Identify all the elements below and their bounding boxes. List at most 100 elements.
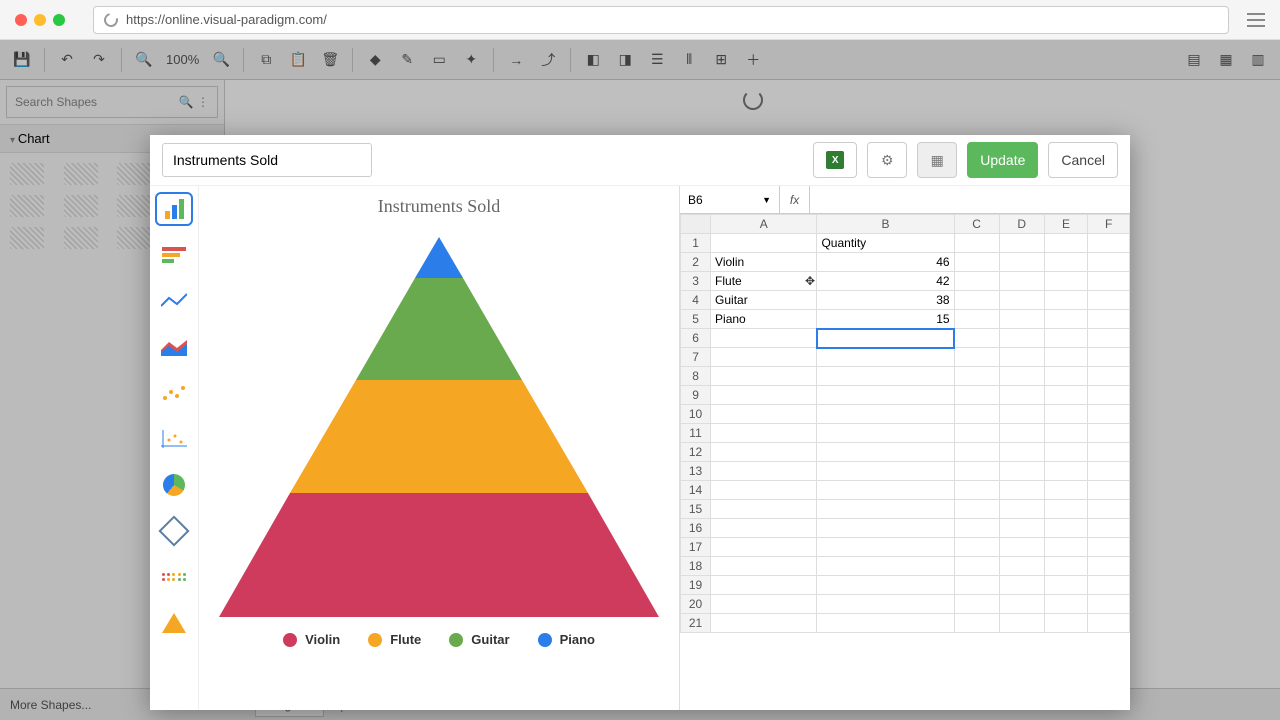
cell[interactable] <box>711 443 817 462</box>
cell[interactable] <box>817 443 954 462</box>
cell[interactable] <box>999 310 1044 329</box>
cell[interactable]: Quantity <box>817 234 954 253</box>
cell[interactable] <box>1088 443 1130 462</box>
cell[interactable]: Violin <box>711 253 817 272</box>
cell[interactable] <box>954 595 999 614</box>
cell[interactable]: 38 <box>817 291 954 310</box>
cell[interactable] <box>1044 481 1087 500</box>
row-header[interactable]: 15 <box>681 500 711 519</box>
cell[interactable] <box>954 329 999 348</box>
row-header[interactable]: 17 <box>681 538 711 557</box>
cell[interactable] <box>817 538 954 557</box>
chart-type-bar[interactable] <box>159 196 189 222</box>
cell[interactable] <box>711 576 817 595</box>
cell[interactable] <box>711 329 817 348</box>
cell[interactable] <box>1044 272 1087 291</box>
cell[interactable] <box>954 614 999 633</box>
waypoint-icon[interactable]: ⤴ <box>534 46 562 74</box>
cell[interactable] <box>1044 557 1087 576</box>
cell[interactable] <box>999 405 1044 424</box>
cell[interactable]: 46 <box>817 253 954 272</box>
cell[interactable] <box>954 443 999 462</box>
cell-reference[interactable]: B6▼ <box>680 186 780 213</box>
chart-type-dotmatrix[interactable] <box>159 564 189 590</box>
cell[interactable] <box>1088 405 1130 424</box>
cell[interactable] <box>1044 595 1087 614</box>
chart-type-radar[interactable] <box>159 518 189 544</box>
cell[interactable] <box>999 557 1044 576</box>
shape-style-icon[interactable]: ▭ <box>425 46 453 74</box>
row-header[interactable]: 21 <box>681 614 711 633</box>
connector-icon[interactable]: → <box>502 46 530 74</box>
zoom-out-icon[interactable]: 🔍 <box>130 46 158 74</box>
cell[interactable] <box>1044 614 1087 633</box>
cell[interactable] <box>1044 348 1087 367</box>
browser-menu-icon[interactable] <box>1247 13 1265 27</box>
col-header[interactable]: C <box>954 215 999 234</box>
cell[interactable] <box>1088 481 1130 500</box>
cell[interactable] <box>954 538 999 557</box>
row-header[interactable]: 5 <box>681 310 711 329</box>
back-icon[interactable]: ◨ <box>611 46 639 74</box>
cell[interactable] <box>817 519 954 538</box>
cell[interactable] <box>711 481 817 500</box>
cell[interactable] <box>999 500 1044 519</box>
update-button[interactable]: Update <box>967 142 1038 178</box>
cell[interactable] <box>954 519 999 538</box>
panel-2-icon[interactable]: ▦ <box>1212 46 1240 74</box>
cell[interactable] <box>1044 443 1087 462</box>
palette-item[interactable] <box>117 195 151 217</box>
cell[interactable] <box>1088 424 1130 443</box>
chart-type-area[interactable] <box>159 334 189 360</box>
cell[interactable] <box>1044 234 1087 253</box>
palette-item[interactable] <box>117 227 151 249</box>
close-window-icon[interactable] <box>15 14 27 26</box>
export-excel-button[interactable]: X <box>813 142 857 178</box>
cell[interactable]: Guitar <box>711 291 817 310</box>
cell[interactable]: Flute <box>711 272 817 291</box>
reload-icon[interactable] <box>101 10 120 29</box>
paste-icon[interactable]: 📋 <box>284 46 312 74</box>
cell[interactable] <box>1044 538 1087 557</box>
cell[interactable] <box>954 500 999 519</box>
cell[interactable] <box>817 576 954 595</box>
cell[interactable] <box>999 234 1044 253</box>
row-header[interactable]: 20 <box>681 595 711 614</box>
cell[interactable] <box>1088 348 1130 367</box>
cell[interactable] <box>1044 329 1087 348</box>
cell[interactable] <box>999 253 1044 272</box>
cell[interactable] <box>999 519 1044 538</box>
zoom-in-icon[interactable]: 🔍 <box>207 46 235 74</box>
chart-type-scatter[interactable] <box>159 380 189 406</box>
sheet-grid[interactable]: ✥ A B C D E F 1Quantity 2Violin46 3Flute… <box>680 214 1130 710</box>
cell[interactable] <box>1088 538 1130 557</box>
cell[interactable] <box>954 462 999 481</box>
cell[interactable] <box>954 310 999 329</box>
cell[interactable] <box>999 595 1044 614</box>
col-header[interactable]: D <box>999 215 1044 234</box>
cell[interactable] <box>711 386 817 405</box>
cell[interactable] <box>999 367 1044 386</box>
cell[interactable] <box>1044 576 1087 595</box>
row-header[interactable]: 16 <box>681 519 711 538</box>
cell[interactable] <box>817 424 954 443</box>
redo-icon[interactable]: ↷ <box>85 46 113 74</box>
panel-3-icon[interactable]: ▥ <box>1244 46 1272 74</box>
cell[interactable] <box>817 348 954 367</box>
cell[interactable] <box>954 234 999 253</box>
distribute-icon[interactable]: ⫴ <box>675 46 703 74</box>
row-header[interactable]: 13 <box>681 462 711 481</box>
cell[interactable] <box>711 234 817 253</box>
cell[interactable] <box>711 500 817 519</box>
cell[interactable] <box>1044 424 1087 443</box>
cell[interactable] <box>1088 386 1130 405</box>
cell[interactable] <box>1088 462 1130 481</box>
cell[interactable] <box>954 424 999 443</box>
cell[interactable] <box>1044 291 1087 310</box>
palette-item[interactable] <box>10 163 44 185</box>
cell[interactable] <box>817 557 954 576</box>
cell[interactable] <box>999 576 1044 595</box>
panel-1-icon[interactable]: ▤ <box>1180 46 1208 74</box>
cell[interactable] <box>1088 272 1130 291</box>
row-header[interactable]: 4 <box>681 291 711 310</box>
